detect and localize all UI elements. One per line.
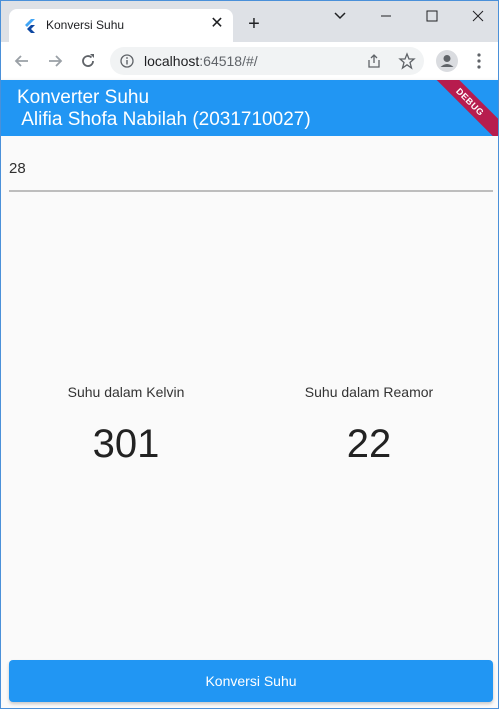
- tab-search-chevron-icon[interactable]: [329, 8, 351, 24]
- flutter-icon: [25, 19, 35, 33]
- app-bar: Konverter Suhu Alifia Shofa Nabilah (203…: [0, 80, 499, 136]
- tab-title: Konversi Suhu: [46, 18, 125, 32]
- profile-avatar-icon[interactable]: [435, 49, 459, 73]
- minimize-icon[interactable]: [375, 8, 397, 24]
- back-icon[interactable]: [12, 51, 32, 71]
- close-window-icon[interactable]: [467, 8, 489, 24]
- kelvin-label: Suhu dalam Kelvin: [67, 384, 185, 400]
- reamur-label: Suhu dalam Reamor: [304, 384, 434, 400]
- close-tab-icon[interactable]: ✕: [209, 16, 225, 32]
- main-content: 28 Suhu dalam Kelvin 301 Suhu dalam Ream…: [0, 136, 499, 709]
- share-icon[interactable]: [366, 53, 382, 69]
- debug-banner: DEBUG: [425, 80, 499, 136]
- browser-toolbar: localhost:64518/#/: [0, 42, 499, 81]
- more-menu-icon[interactable]: [471, 51, 487, 71]
- convert-button[interactable]: Konversi Suhu: [9, 660, 493, 702]
- temperature-input[interactable]: 28: [9, 160, 26, 177]
- browser-tab[interactable]: Konversi Suhu ✕: [9, 9, 233, 42]
- kelvin-value: 301: [92, 422, 160, 466]
- input-underline: [9, 190, 493, 192]
- forward-icon[interactable]: [45, 51, 65, 71]
- bookmark-star-icon[interactable]: [398, 52, 416, 70]
- site-info-icon[interactable]: [120, 54, 134, 68]
- kelvin-column: Suhu dalam Kelvin 301: [6, 384, 246, 467]
- new-tab-icon[interactable]: +: [244, 14, 264, 34]
- reamur-column: Suhu dalam Reamor 22: [249, 384, 489, 467]
- maximize-icon[interactable]: [421, 8, 443, 24]
- reamur-value: 22: [346, 422, 392, 466]
- address-bar[interactable]: localhost:64518/#/: [110, 47, 424, 75]
- url-text: localhost:64518/#/: [144, 53, 258, 69]
- app-title: Konverter Suhu Alifia Shofa Nabilah (203…: [17, 87, 311, 130]
- browser-tabstrip: Konversi Suhu ✕ +: [0, 0, 499, 42]
- reload-icon[interactable]: [78, 51, 98, 71]
